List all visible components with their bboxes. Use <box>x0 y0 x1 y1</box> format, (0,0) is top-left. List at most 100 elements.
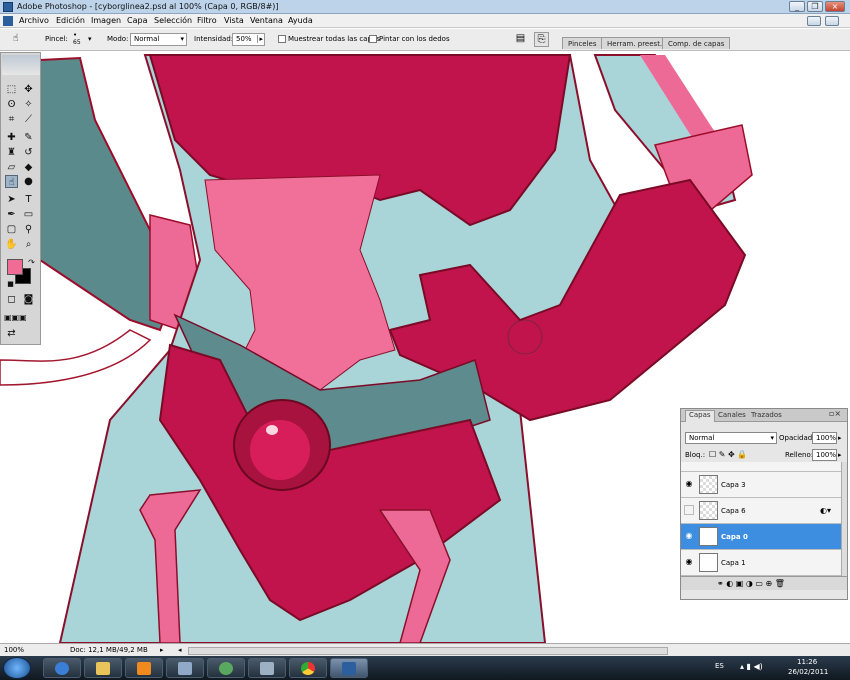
document-menu-icon[interactable] <box>3 16 13 26</box>
zoom-tool-icon[interactable]: ⌕ <box>22 238 35 251</box>
smudge-tool-icon[interactable]: ☝ <box>5 175 18 188</box>
layer-row[interactable]: ◉ Capa 1 <box>681 550 841 576</box>
swap-colors-icon[interactable]: ↷ <box>25 256 38 269</box>
start-button[interactable] <box>3 657 31 679</box>
menu-archivo[interactable]: Archivo <box>19 16 49 25</box>
layer-name: Capa 0 <box>721 533 748 541</box>
menu-capa[interactable]: Capa <box>127 16 147 25</box>
clock-time[interactable]: 11:26 <box>797 658 817 666</box>
menu-ventana[interactable]: Ventana <box>250 16 283 25</box>
magic-wand-icon[interactable]: ✧ <box>22 98 35 111</box>
eye-icon[interactable]: ◉ <box>684 557 694 567</box>
zoom-level[interactable]: 100% <box>4 646 24 654</box>
finger-painting-checkbox[interactable] <box>369 35 377 43</box>
tab-pinceles[interactable]: Pinceles <box>562 37 603 49</box>
type-tool-icon[interactable]: T <box>22 193 35 206</box>
eraser-tool-icon[interactable]: ▱ <box>5 161 18 174</box>
layer-row-selected[interactable]: ◉ Capa 0 <box>681 524 841 550</box>
slice-tool-icon[interactable]: ⟋ <box>22 113 35 126</box>
brush-tool-icon[interactable]: ✎ <box>22 131 35 144</box>
menu-filtro[interactable]: Filtro <box>197 16 217 25</box>
menu-ayuda[interactable]: Ayuda <box>288 16 313 25</box>
layer-name: Capa 3 <box>721 481 746 489</box>
layer-name: Capa 1 <box>721 559 746 567</box>
move-tool-icon[interactable]: ✥ <box>22 83 35 96</box>
app-icon <box>178 662 192 675</box>
path-selection-icon[interactable]: ➤ <box>5 193 18 206</box>
minimize-button[interactable]: _ <box>789 1 805 12</box>
screen-mode-icon[interactable]: ▣▣▣ <box>4 311 27 324</box>
taskbar-ie[interactable] <box>43 658 81 678</box>
layer-thumbnail <box>699 501 718 520</box>
paint-bucket-icon[interactable]: ◆ <box>22 161 35 174</box>
opacity-field[interactable]: 100% <box>812 432 837 444</box>
crop-tool-icon[interactable]: ⌗ <box>5 113 18 126</box>
marquee-tool-icon[interactable]: ⬚ <box>5 83 18 96</box>
dodge-tool-icon[interactable]: ● <box>22 175 35 188</box>
mode-select[interactable]: Normal ▾ <box>130 33 187 46</box>
foreground-color-swatch[interactable] <box>7 259 23 275</box>
lasso-tool-icon[interactable]: ʘ <box>5 98 18 111</box>
menu-edicion[interactable]: Edición <box>56 16 85 25</box>
scroll-left-icon[interactable]: ◂ <box>178 646 182 654</box>
doc-close-button[interactable] <box>825 16 839 26</box>
fill-field[interactable]: 100% <box>812 449 837 461</box>
menu-imagen[interactable]: Imagen <box>91 16 121 25</box>
eye-icon[interactable]: ◉ <box>684 479 694 489</box>
visibility-box[interactable] <box>684 505 694 515</box>
pen-tool-icon[interactable]: ✒ <box>5 208 18 221</box>
history-brush-icon[interactable]: ↺ <box>22 146 35 159</box>
brush-size[interactable]: 65 <box>73 39 81 46</box>
palette-well-icon[interactable]: ⎘ <box>534 32 549 47</box>
layer-row[interactable]: ◉ Capa 3 <box>681 472 841 498</box>
language-indicator[interactable]: ES <box>715 662 724 670</box>
chevron-right-icon[interactable]: ▸ <box>838 451 842 459</box>
layer-buttons-icons[interactable]: ⚭ ◐ ▣ ◑ ▭ ⊕ 🗑 <box>717 579 785 588</box>
lock-icons[interactable]: ☐ ✎ ✥ 🔒 <box>709 450 747 459</box>
smudge-tool-preset-icon[interactable]: ☝ <box>8 32 23 47</box>
standard-mode-icon[interactable]: ◻ <box>5 293 18 306</box>
clone-stamp-icon[interactable]: ♜ <box>5 146 18 159</box>
rectangle-tool-icon[interactable]: ▭ <box>22 208 35 221</box>
status-arrow-icon[interactable]: ▸ <box>160 646 164 654</box>
taskbar-messenger[interactable] <box>207 658 245 678</box>
taskbar-app[interactable] <box>166 658 204 678</box>
quick-mask-icon[interactable]: ◙ <box>22 293 35 306</box>
layer-effects-icon[interactable]: ◐▾ <box>820 506 831 515</box>
healing-brush-icon[interactable]: ✚ <box>5 131 18 144</box>
menu-vista[interactable]: Vista <box>224 16 244 25</box>
default-colors-icon[interactable]: ■ <box>4 278 17 291</box>
jump-to-imageready-icon[interactable]: ⇄ <box>5 327 18 340</box>
restore-button[interactable]: ❐ <box>807 1 823 12</box>
layers-scrollbar[interactable] <box>841 462 847 576</box>
tab-comp-de-capas[interactable]: Comp. de capas <box>662 37 731 49</box>
taskbar-media-player[interactable] <box>125 658 163 678</box>
chevron-right-icon[interactable]: ▸ <box>838 434 842 442</box>
eye-icon[interactable]: ◉ <box>684 531 694 541</box>
brush-dropdown-icon[interactable]: ▾ <box>88 35 92 43</box>
taskbar-chrome[interactable] <box>289 658 327 678</box>
layer-row-partial[interactable] <box>681 462 841 472</box>
menu-seleccion[interactable]: Selección <box>154 16 192 25</box>
tab-herram-preest[interactable]: Herram. preest. <box>601 37 669 49</box>
eyedropper-icon[interactable]: ⚲ <box>22 223 35 236</box>
hand-tool-icon[interactable]: ✋ <box>5 238 18 251</box>
intensity-field[interactable]: 50% ▸ <box>232 33 265 46</box>
blend-mode-select[interactable]: Normal ▾ <box>685 432 777 444</box>
clock-date[interactable]: 26/02/2011 <box>788 668 828 676</box>
tool-presets-icon[interactable]: ▤ <box>513 32 528 47</box>
notes-tool-icon[interactable]: ▢ <box>5 223 18 236</box>
taskbar-explorer[interactable] <box>84 658 122 678</box>
doc-restore-button[interactable] <box>807 16 821 26</box>
taskbar-photoshop[interactable] <box>330 658 368 678</box>
tab-capas[interactable]: Capas <box>685 410 715 422</box>
close-button[interactable]: × <box>825 1 845 12</box>
layer-row[interactable]: Capa 6 ◐▾ <box>681 498 841 524</box>
tab-trazados[interactable]: Trazados <box>751 411 782 419</box>
sample-all-layers-checkbox[interactable] <box>278 35 286 43</box>
tray-icons[interactable]: ▴ ▮ ◀) <box>740 662 763 671</box>
tab-canales[interactable]: Canales <box>718 411 746 419</box>
horizontal-scrollbar[interactable] <box>188 647 668 655</box>
taskbar-window[interactable] <box>248 658 286 678</box>
panel-close-icon[interactable]: ▫× <box>829 409 841 418</box>
